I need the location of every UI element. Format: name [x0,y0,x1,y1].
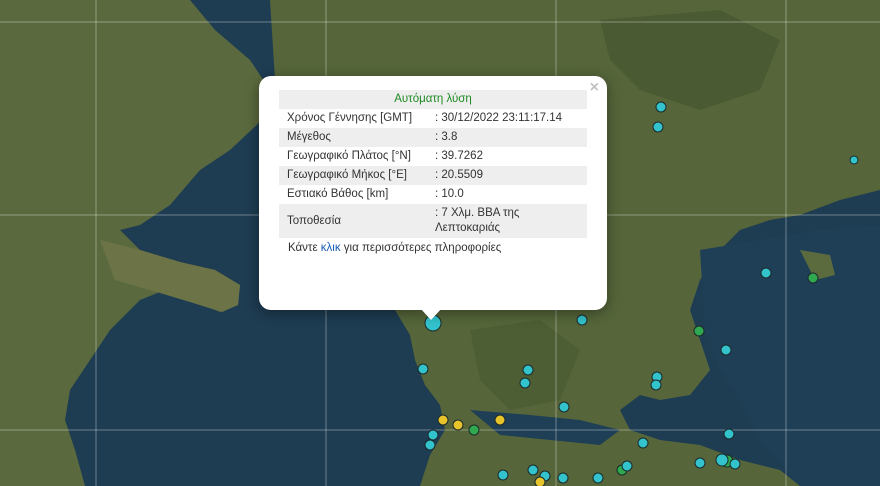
earthquake-marker-icon[interactable] [452,419,464,431]
more-info-line: Κάντε κλικ για περισσότερες πληροφορίες [279,242,587,254]
earthquake-marker-icon[interactable] [621,460,633,472]
magnitude-label: Μέγεθος [279,128,429,147]
earthquake-marker-icon[interactable] [715,453,729,467]
popup-title: Αυτόματη λύση [279,90,587,109]
close-icon[interactable]: × [590,79,599,97]
earthquake-marker-icon[interactable] [693,325,705,337]
earthquake-marker-icon[interactable] [652,121,664,133]
event-popup: × Αυτόματη λύση Χρόνος Γέννησης [GMT] : … [259,76,607,310]
earthquake-marker-icon[interactable] [720,344,732,356]
earthquake-marker-icon[interactable] [427,429,439,441]
earthquake-marker-icon[interactable] [592,472,604,484]
earthquake-marker-icon[interactable] [519,377,531,389]
popup-tip [420,308,442,320]
table-row: Γεωγραφικό Πλάτος [°N] : 39.7262 [279,147,587,166]
origin-time-label: Χρόνος Γέννησης [GMT] [287,112,413,124]
table-row: Μέγεθος : 3.8 [279,128,587,147]
earthquake-marker-icon[interactable] [807,272,819,284]
earthquake-marker-icon[interactable] [694,457,706,469]
earthquake-marker-icon[interactable] [522,364,534,376]
earthquake-marker-icon[interactable] [534,476,546,486]
earthquake-marker-icon[interactable] [424,439,436,451]
more-info-prefix: Κάντε [288,242,321,254]
earthquake-marker-icon[interactable] [650,379,662,391]
earthquake-marker-icon[interactable] [558,401,570,413]
earthquake-marker-icon[interactable] [468,424,480,436]
origin-time-value: : 30/12/2022 23:11:17.14 [435,112,563,124]
table-row: Τοποθεσία : 7 Χλμ. ΒΒΑ της Λεπτοκαριάς [279,204,587,238]
earthquake-marker-icon[interactable] [760,267,772,279]
longitude-label: Γεωγραφικό Μήκος [°E] [279,166,429,185]
more-info-suffix: για περισσότερες πληροφορίες [340,242,502,254]
event-details-table: Αυτόματη λύση Χρόνος Γέννησης [GMT] : 30… [279,90,587,238]
earthquake-marker-icon[interactable] [576,314,588,326]
table-row: Χρόνος Γέννησης [GMT] : 30/12/2022 23:11… [279,109,587,128]
depth-value: : 10.0 [435,188,464,200]
earthquake-marker-icon[interactable] [637,437,649,449]
longitude-value: : 20.5509 [429,166,587,185]
earthquake-marker-icon[interactable] [655,101,667,113]
earthquake-marker-icon[interactable] [729,458,741,470]
earthquake-marker-icon[interactable] [437,414,449,426]
earthquake-marker-icon[interactable] [527,464,539,476]
earthquake-marker-icon[interactable] [557,472,569,484]
earthquake-marker-icon[interactable] [849,155,859,165]
location-value: : 7 Χλμ. ΒΒΑ της Λεπτοκαριάς [429,204,587,238]
earthquake-marker-icon[interactable] [494,414,506,426]
earthquake-marker-icon[interactable] [417,363,429,375]
table-row: Εστιακό Βάθος [km] : 10.0 [279,185,587,204]
more-info-link[interactable]: κλικ [321,242,341,254]
earthquake-marker-icon[interactable] [723,428,735,440]
location-label: Τοποθεσία [279,204,429,238]
magnitude-value: : 3.8 [429,128,587,147]
table-row: Γεωγραφικό Μήκος [°E] : 20.5509 [279,166,587,185]
depth-label: Εστιακό Βάθος [km] [287,188,389,200]
latitude-value: : 39.7262 [435,150,483,162]
earthquake-marker-icon[interactable] [497,469,509,481]
latitude-label: Γεωγραφικό Πλάτος [°N] [287,150,411,162]
